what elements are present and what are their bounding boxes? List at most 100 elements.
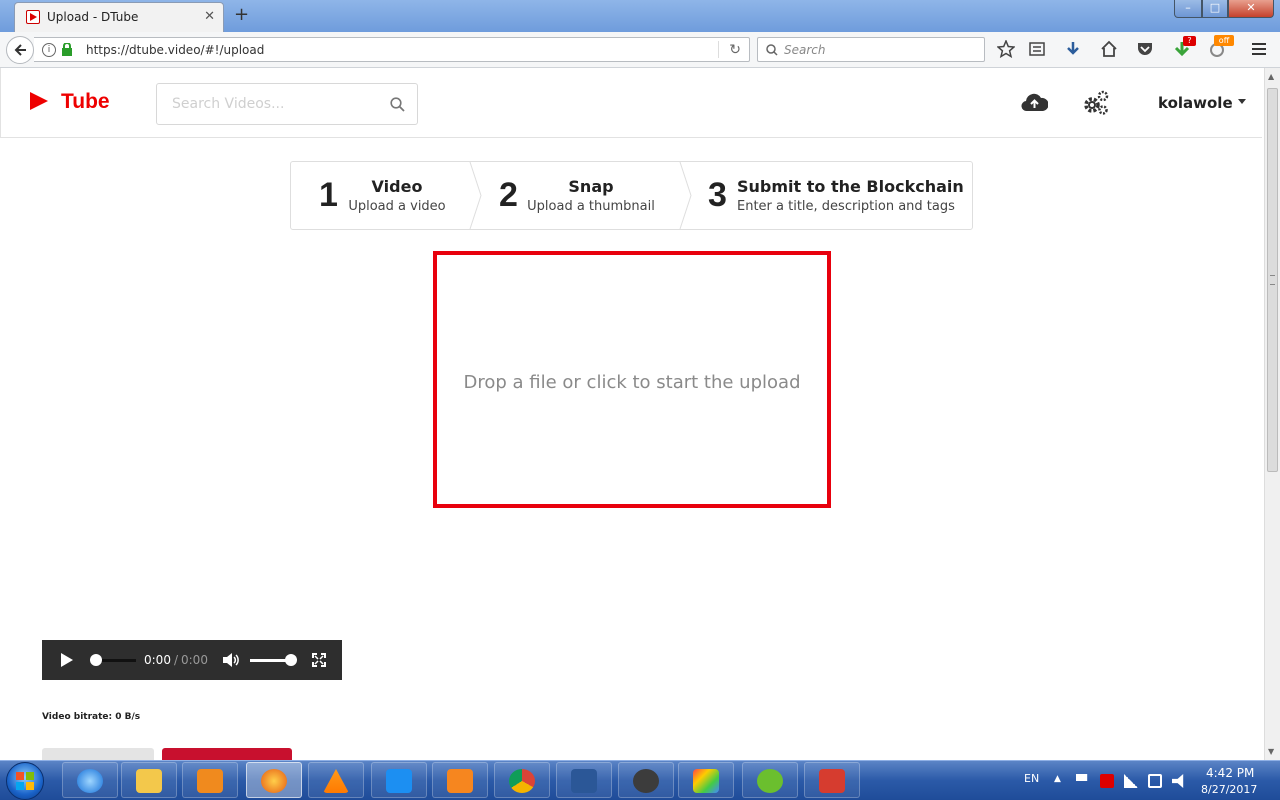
taskbar-uc-browser[interactable] [432,762,488,798]
home-icon[interactable] [1100,40,1118,58]
taskbar-word[interactable] [556,762,612,798]
logo-text[interactable]: Tube [61,90,110,114]
battery-icon[interactable] [1148,774,1162,788]
tab-title: Upload - DTube [47,10,139,24]
scroll-down-icon[interactable]: ▼ [1268,747,1274,756]
speaker-icon[interactable] [1172,774,1184,788]
download-badge: ? [1183,36,1196,46]
tray-language[interactable]: EN [1024,772,1039,785]
download-icon[interactable] [1064,40,1082,58]
volume-icon[interactable] [222,652,240,668]
user-menu-name[interactable]: kolawole [1158,94,1233,112]
step-video: 1 Video Upload a video [291,162,471,229]
network-signal-icon[interactable] [1124,774,1138,788]
dropzone-text: Drop a file or click to start the upload [463,372,801,393]
window-minimize-button[interactable]: – [1174,0,1202,18]
chevron-down-icon[interactable] [1238,99,1246,104]
duration: 0:00 [181,653,208,667]
time-separator: / [174,653,179,667]
step-submit: 3 Submit to the Blockchain Enter a title… [681,162,972,229]
play-icon[interactable] [60,653,74,667]
tab-close-icon[interactable]: ✕ [204,9,215,24]
progress-handle[interactable] [90,654,102,666]
presentation-app-icon [819,769,845,793]
action-center-flag-icon[interactable] [1076,774,1088,781]
pocket-icon[interactable] [1136,40,1154,58]
volume-handle[interactable] [285,654,297,666]
taskbar-media-player[interactable] [182,762,238,798]
back-button[interactable] [6,36,34,64]
taskbar-firefox[interactable] [246,762,302,798]
step-number: 2 [499,176,518,214]
step-number: 1 [319,176,338,214]
taskbar-paint[interactable] [678,762,734,798]
clock-date[interactable]: 8/27/2017 [1201,783,1257,796]
settings-gears-icon[interactable] [1082,90,1110,116]
upload-dropzone[interactable]: Drop a file or click to start the upload [433,251,831,508]
secondary-button[interactable] [42,748,154,760]
step-title: Snap [568,177,614,196]
scrollbar-thumb[interactable] [1267,88,1278,472]
step-title: Video [371,177,423,196]
clock-time[interactable]: 4:42 PM [1206,766,1254,780]
taskbar-presentation-app[interactable] [804,762,860,798]
paint-icon [693,769,719,793]
step-snap: 2 Snap Upload a thumbnail [471,162,681,229]
browser-search-input[interactable]: Search [757,37,985,62]
antivirus-icon[interactable] [1100,774,1114,788]
window-close-button[interactable]: ✕ [1228,0,1274,18]
media-player-icon [197,769,223,793]
reading-list-icon[interactable] [1028,40,1046,58]
taskbar-internet-explorer[interactable] [62,762,118,798]
menu-icon[interactable] [1250,40,1268,58]
tray-expand-icon[interactable]: ▲ [1054,774,1061,784]
video-bitrate-label: Video bitrate: 0 B/s [42,712,141,722]
taskbar-file-explorer[interactable] [121,762,177,798]
progress-bar[interactable] [96,659,136,662]
current-time: 0:00 [144,653,171,667]
back-icon [14,44,26,56]
page-viewport: Tube Search Videos... kolawole 1 Video U… [0,68,1264,760]
page-scrollbar[interactable]: ▲ ▼ [1264,68,1280,760]
firefox-icon [261,769,287,793]
upload-steps: 1 Video Upload a video 2 Snap Upload a t… [290,161,973,230]
browser-search-placeholder: Search [784,43,826,57]
browser-tab[interactable]: Upload - DTube ✕ [14,2,224,32]
reload-icon[interactable]: ↻ [729,42,741,58]
taskbar-vlc[interactable] [308,762,364,798]
bookmark-star-icon[interactable] [997,40,1015,58]
utorrent-icon [757,769,783,793]
internet-explorer-icon [77,769,103,793]
taskbar-chrome[interactable] [494,762,550,798]
chrome-icon [509,769,535,793]
search-icon[interactable] [390,97,405,112]
dtube-logo-icon[interactable] [29,92,49,110]
url-bar[interactable]: i https://dtube.video/#!/upload ↻ [34,37,750,62]
site-search-input[interactable]: Search Videos... [156,83,418,125]
start-button[interactable] [6,762,44,800]
site-header: Tube Search Videos... kolawole [0,68,1262,138]
url-text[interactable]: https://dtube.video/#!/upload [86,43,264,57]
scroll-grip [1270,275,1275,285]
info-icon[interactable]: i [42,43,56,57]
step-description: Enter a title, description and tags [737,199,955,214]
browser-nav-bar: i https://dtube.video/#!/upload ↻ Search [0,32,1280,68]
fullscreen-icon[interactable] [312,653,326,667]
video-player-controls: 0:00 / 0:00 [42,640,342,680]
primary-button[interactable] [162,748,292,760]
new-tab-button[interactable]: + [234,4,249,25]
search-icon [766,44,778,56]
taskbar-media-app[interactable] [618,762,674,798]
browser-tab-bar: Upload - DTube ✕ + – □ ✕ [0,0,1280,32]
windows-taskbar: EN ▲ 4:42 PM 8/27/2017 [0,760,1280,800]
taskbar-utorrent[interactable] [742,762,798,798]
upload-cloud-icon[interactable] [1021,92,1048,112]
scroll-up-icon[interactable]: ▲ [1268,72,1274,81]
taskbar-messenger[interactable] [371,762,427,798]
addon-off-badge: off [1214,35,1234,46]
dtube-favicon-icon [26,10,40,24]
windows-logo-icon [16,772,34,790]
media-app-icon [633,769,659,793]
window-maximize-button[interactable]: □ [1202,0,1228,18]
step-description: Upload a video [348,199,446,214]
